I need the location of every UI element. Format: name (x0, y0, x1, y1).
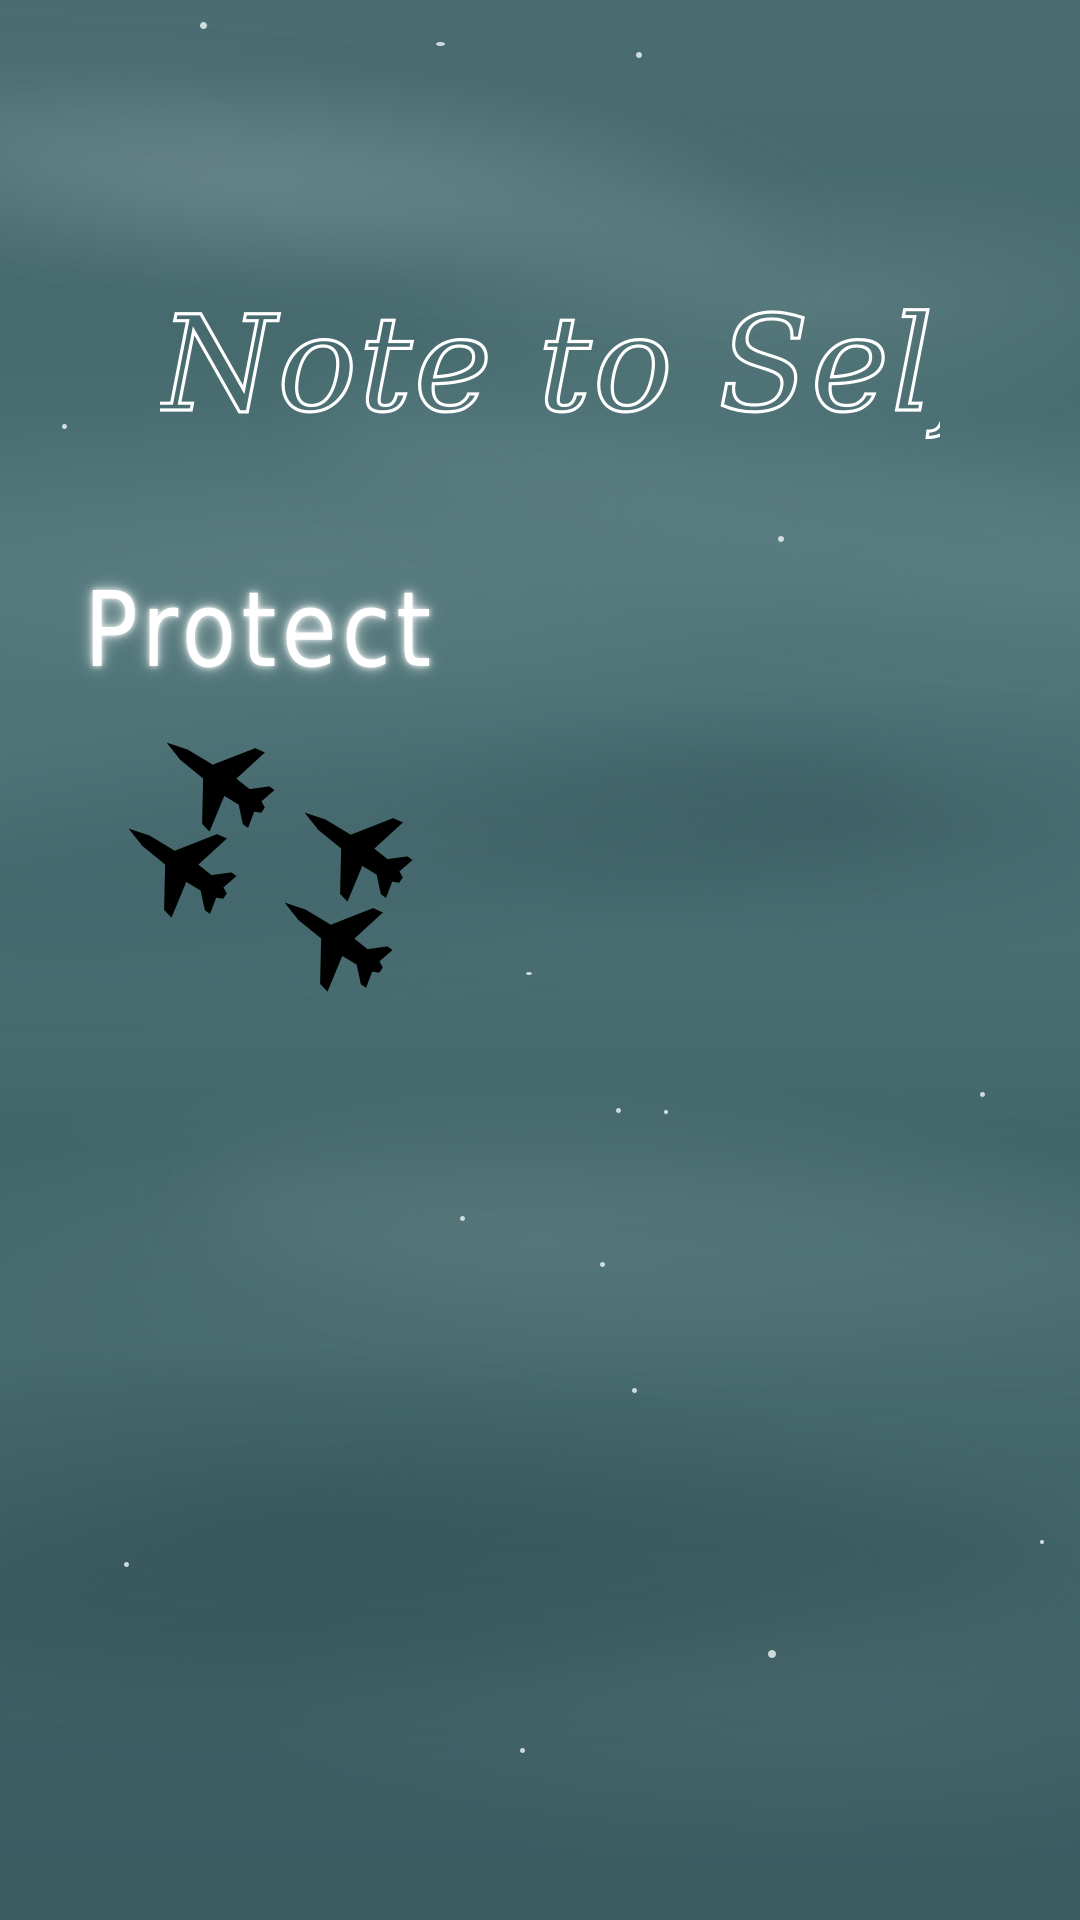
speck (436, 42, 445, 46)
jet-silhouette (276, 773, 429, 920)
speck (664, 1110, 668, 1114)
speck (526, 972, 532, 975)
speck (1040, 1540, 1044, 1544)
jet-silhouette (110, 789, 253, 936)
speck (600, 1262, 605, 1267)
wallpaper-canvas: Note to Self Protect (0, 0, 1080, 1920)
caption-text: Protect (84, 569, 437, 691)
speck (62, 424, 67, 429)
jet-silhouette (138, 703, 291, 850)
speck (768, 1650, 776, 1658)
speck (980, 1092, 985, 1097)
title-text: Note to Self (160, 288, 940, 440)
jet-formation (110, 703, 429, 1010)
speck (636, 52, 642, 58)
speck (616, 1108, 621, 1113)
speck (778, 536, 784, 542)
cloud-streak (0, 1448, 1055, 1712)
speck (632, 1388, 637, 1393)
speck (124, 1562, 129, 1567)
cloud-streak (195, 1115, 1080, 1355)
speck (520, 1748, 525, 1753)
speck (460, 1216, 465, 1221)
speck (200, 22, 207, 29)
title-script: Note to Self (160, 286, 940, 440)
